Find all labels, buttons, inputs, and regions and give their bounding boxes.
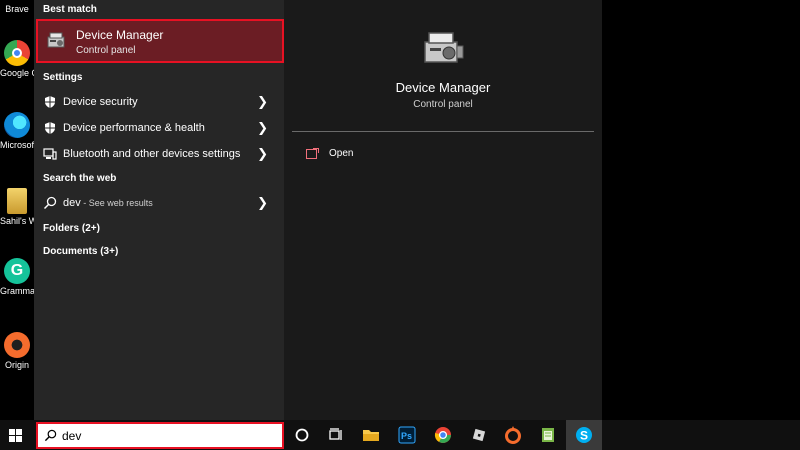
results-list: Best match Device Manager Control panel … bbox=[34, 0, 284, 420]
best-match-title: Device Manager bbox=[76, 28, 164, 42]
document-icon bbox=[7, 188, 27, 214]
settings-item-label: Device security bbox=[63, 96, 138, 108]
desktop-icon-label: Grammarly bbox=[0, 286, 34, 296]
chevron-right-icon[interactable]: ❯ bbox=[257, 94, 268, 110]
chevron-right-icon[interactable]: ❯ bbox=[257, 195, 268, 211]
desktop-icon-label: Origin bbox=[4, 360, 29, 370]
notepad-icon[interactable] bbox=[538, 425, 558, 445]
chrome-icon bbox=[4, 40, 30, 66]
search-input[interactable] bbox=[62, 428, 272, 444]
search-icon bbox=[43, 196, 57, 210]
search-panel: Best match Device Manager Control panel … bbox=[34, 0, 602, 420]
settings-item-bluetooth[interactable]: Bluetooth and other devices settings ❯ bbox=[34, 141, 284, 167]
desktop-icon-label: Brave bbox=[5, 4, 29, 14]
desktop-icon-origin[interactable]: Origin bbox=[0, 332, 34, 371]
device-manager-icon bbox=[47, 32, 65, 48]
web-result-item[interactable]: dev - See web results ❯ bbox=[34, 190, 284, 216]
divider bbox=[292, 131, 594, 132]
desktop-icon-label: Google Chrome bbox=[0, 68, 34, 78]
documents-group[interactable]: Documents (3+) bbox=[43, 246, 118, 257]
web-query: dev bbox=[63, 197, 81, 209]
desktop-icon-grammarly[interactable]: G Grammarly bbox=[0, 258, 34, 297]
web-results-hint: - See web results bbox=[80, 198, 153, 208]
best-match-header: Best match bbox=[43, 4, 97, 15]
roblox-icon[interactable] bbox=[469, 425, 489, 445]
preview-pane: Device Manager Control panel Open bbox=[284, 0, 602, 420]
taskbar-search-box[interactable] bbox=[36, 422, 284, 449]
origin-icon[interactable] bbox=[503, 425, 523, 445]
chrome-icon[interactable] bbox=[433, 425, 453, 445]
svg-text:Ps: Ps bbox=[401, 431, 412, 441]
taskbar: Ps S bbox=[0, 420, 800, 450]
devices-icon bbox=[43, 148, 57, 160]
origin-icon bbox=[4, 332, 30, 358]
open-label: Open bbox=[329, 148, 354, 159]
desktop-icon-chrome[interactable]: Google Chrome bbox=[0, 40, 34, 79]
preview-subtitle: Control panel bbox=[413, 99, 473, 110]
desktop: Brave Google Chrome Microsoft Edge Sahil… bbox=[0, 0, 34, 420]
cortana-icon[interactable] bbox=[292, 425, 312, 445]
desktop-icon-brave[interactable]: Brave bbox=[0, 0, 34, 15]
settings-item-device-performance[interactable]: Device performance & health ❯ bbox=[34, 115, 284, 141]
best-match-device-manager[interactable]: Device Manager Control panel bbox=[36, 19, 284, 63]
device-manager-icon bbox=[424, 32, 464, 63]
search-web-header: Search the web bbox=[43, 173, 117, 184]
folders-group[interactable]: Folders (2+) bbox=[43, 223, 100, 234]
settings-header: Settings bbox=[43, 72, 83, 83]
photoshop-icon[interactable]: Ps bbox=[397, 425, 417, 445]
chevron-right-icon[interactable]: ❯ bbox=[257, 146, 268, 162]
desktop-icon-label: Microsoft Edge bbox=[0, 140, 34, 150]
shield-icon bbox=[45, 122, 55, 134]
best-match-subtitle: Control panel bbox=[76, 45, 136, 56]
shield-icon bbox=[45, 96, 55, 108]
skype-icon[interactable]: S bbox=[574, 425, 594, 445]
windows-start-icon[interactable] bbox=[9, 429, 22, 442]
preview-title: Device Manager bbox=[395, 80, 491, 95]
desktop-icon-label: Sahil's Wo bbox=[0, 216, 34, 226]
settings-item-device-security[interactable]: Device security ❯ bbox=[34, 89, 284, 115]
desktop-icon-edge[interactable]: Microsoft Edge bbox=[0, 112, 34, 151]
open-icon bbox=[306, 148, 319, 159]
settings-item-label: Bluetooth and other devices settings bbox=[63, 148, 241, 160]
task-view-icon[interactable] bbox=[326, 425, 346, 445]
grammarly-icon: G bbox=[4, 258, 30, 284]
settings-item-label: Device performance & health bbox=[63, 122, 205, 134]
file-explorer-icon[interactable] bbox=[361, 425, 381, 445]
desktop-icon-folder[interactable]: Sahil's Wo bbox=[0, 188, 34, 227]
search-icon bbox=[44, 429, 57, 442]
edge-icon bbox=[4, 112, 30, 138]
svg-text:S: S bbox=[580, 429, 588, 443]
chevron-right-icon[interactable]: ❯ bbox=[257, 120, 268, 136]
